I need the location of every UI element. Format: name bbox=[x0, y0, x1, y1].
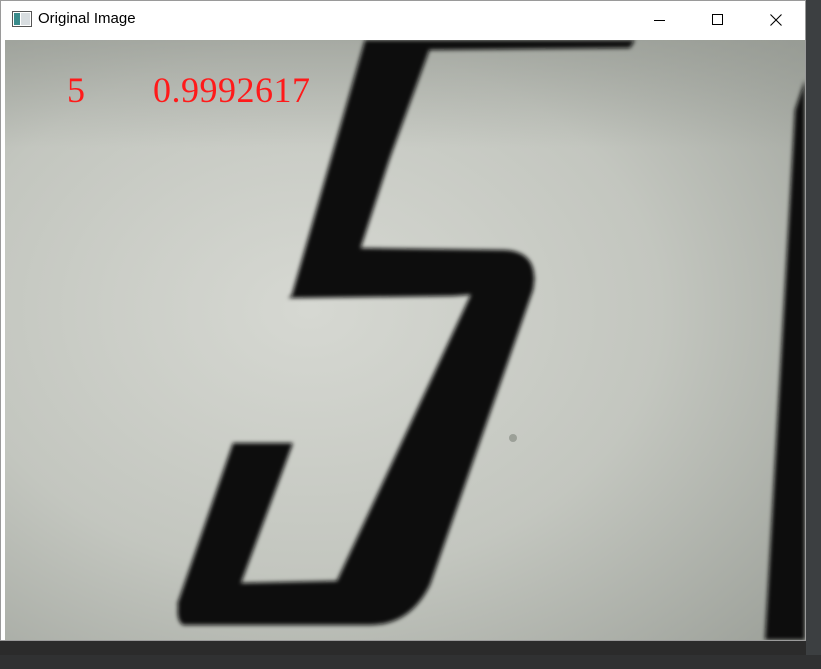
maximize-icon bbox=[712, 14, 723, 25]
background-strip bbox=[0, 655, 821, 669]
window-app-icon bbox=[12, 11, 32, 27]
image-canvas: 5 0.9992617 bbox=[5, 40, 805, 640]
title-bar[interactable]: Original Image bbox=[1, 1, 805, 39]
window-title: Original Image bbox=[38, 10, 136, 27]
maximize-button[interactable] bbox=[689, 1, 747, 39]
confidence-score: 0.9992617 bbox=[153, 70, 311, 110]
close-button[interactable] bbox=[747, 1, 805, 39]
minimize-button[interactable] bbox=[631, 1, 689, 39]
minimize-icon bbox=[654, 20, 665, 21]
digit-photo bbox=[5, 40, 805, 640]
background-panel bbox=[806, 0, 821, 669]
close-icon bbox=[770, 14, 782, 26]
prediction-label: 5 bbox=[67, 70, 86, 110]
image-window: Original Image 5 0.9992617 bbox=[0, 0, 806, 641]
